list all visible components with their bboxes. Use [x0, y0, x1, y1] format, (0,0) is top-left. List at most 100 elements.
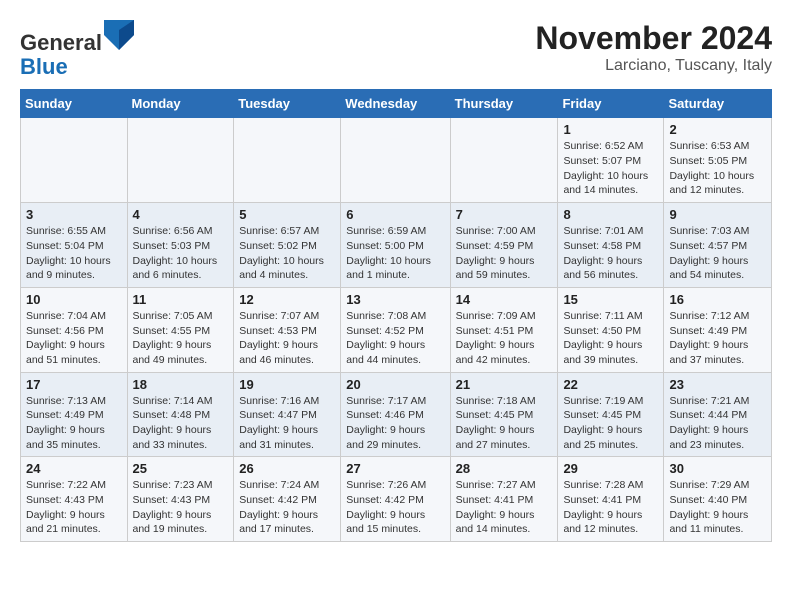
day-number: 29: [563, 461, 658, 476]
calendar-cell: 29 Sunrise: 7:28 AM Sunset: 4:41 PM Dayli…: [558, 457, 664, 542]
day-number: 16: [669, 292, 766, 307]
calendar-cell: 23 Sunrise: 7:21 AM Sunset: 4:44 PM Dayli…: [664, 372, 772, 457]
calendar-week-4: 17Sunrise: 7:13 AM Sunset: 4:49 PM Dayli…: [21, 372, 772, 457]
logo-blue-text: Blue: [20, 54, 68, 79]
calendar-cell: 24 Sunrise: 7:22 AM Sunset: 4:43 PM Dayli…: [21, 457, 128, 542]
calendar-cell: [234, 118, 341, 203]
weekday-header-row: SundayMondayTuesdayWednesdayThursdayFrid…: [21, 90, 772, 118]
calendar-cell: 27 Sunrise: 7:26 AM Sunset: 4:42 PM Dayli…: [341, 457, 450, 542]
day-info: Sunrise: 7:23 AM Sunset: 4:43 PM Dayligh…: [133, 478, 229, 537]
title-block: November 2024 Larciano, Tuscany, Italy: [535, 20, 772, 75]
day-info: Sunrise: 7:18 AM Sunset: 4:45 PM Dayligh…: [456, 394, 553, 453]
logo-icon: [104, 20, 134, 50]
day-info: Sunrise: 7:12 AM Sunset: 4:49 PM Dayligh…: [669, 309, 766, 368]
calendar-cell: 21 Sunrise: 7:18 AM Sunset: 4:45 PM Dayli…: [450, 372, 558, 457]
day-info: Sunrise: 7:22 AM Sunset: 4:43 PM Dayligh…: [26, 478, 122, 537]
calendar-cell: 8 Sunrise: 7:01 AM Sunset: 4:58 PM Daylig…: [558, 203, 664, 288]
calendar-cell: [341, 118, 450, 203]
calendar-cell: 14 Sunrise: 7:09 AM Sunset: 4:51 PM Dayli…: [450, 287, 558, 372]
day-info: Sunrise: 7:26 AM Sunset: 4:42 PM Dayligh…: [346, 478, 444, 537]
day-number: 30: [669, 461, 766, 476]
day-number: 17: [26, 377, 122, 392]
day-number: 6: [346, 207, 444, 222]
day-number: 9: [669, 207, 766, 222]
day-info: Sunrise: 6:52 AM Sunset: 5:07 PM Dayligh…: [563, 139, 658, 198]
day-info: Sunrise: 7:27 AM Sunset: 4:41 PM Dayligh…: [456, 478, 553, 537]
location: Larciano, Tuscany, Italy: [535, 57, 772, 75]
day-info: Sunrise: 7:11 AM Sunset: 4:50 PM Dayligh…: [563, 309, 658, 368]
weekday-header-monday: Monday: [127, 90, 234, 118]
calendar-week-5: 24 Sunrise: 7:22 AM Sunset: 4:43 PM Dayli…: [21, 457, 772, 542]
calendar-cell: 12 Sunrise: 7:07 AM Sunset: 4:53 PM Dayli…: [234, 287, 341, 372]
calendar-cell: 3Sunrise: 6:55 AM Sunset: 5:04 PM Daylig…: [21, 203, 128, 288]
calendar-week-1: 1 Sunrise: 6:52 AM Sunset: 5:07 PM Daylig…: [21, 118, 772, 203]
calendar-cell: 25 Sunrise: 7:23 AM Sunset: 4:43 PM Dayli…: [127, 457, 234, 542]
day-info: Sunrise: 7:21 AM Sunset: 4:44 PM Dayligh…: [669, 394, 766, 453]
day-number: 7: [456, 207, 553, 222]
calendar-cell: 22 Sunrise: 7:19 AM Sunset: 4:45 PM Dayli…: [558, 372, 664, 457]
page-header: General Blue November 2024 Larciano, Tus…: [20, 20, 772, 79]
weekday-header-saturday: Saturday: [664, 90, 772, 118]
day-info: Sunrise: 7:28 AM Sunset: 4:41 PM Dayligh…: [563, 478, 658, 537]
calendar-cell: 2 Sunrise: 6:53 AM Sunset: 5:05 PM Daylig…: [664, 118, 772, 203]
day-number: 12: [239, 292, 335, 307]
calendar-cell: 13Sunrise: 7:08 AM Sunset: 4:52 PM Dayli…: [341, 287, 450, 372]
day-number: 28: [456, 461, 553, 476]
calendar-cell: [450, 118, 558, 203]
day-number: 8: [563, 207, 658, 222]
day-info: Sunrise: 6:57 AM Sunset: 5:02 PM Dayligh…: [239, 224, 335, 283]
day-number: 20: [346, 377, 444, 392]
day-number: 26: [239, 461, 335, 476]
logo-general-text: General: [20, 30, 102, 55]
calendar-cell: 4Sunrise: 6:56 AM Sunset: 5:03 PM Daylig…: [127, 203, 234, 288]
calendar-cell: 26Sunrise: 7:24 AM Sunset: 4:42 PM Dayli…: [234, 457, 341, 542]
day-info: Sunrise: 7:07 AM Sunset: 4:53 PM Dayligh…: [239, 309, 335, 368]
day-info: Sunrise: 7:19 AM Sunset: 4:45 PM Dayligh…: [563, 394, 658, 453]
day-number: 11: [133, 292, 229, 307]
day-number: 5: [239, 207, 335, 222]
day-number: 21: [456, 377, 553, 392]
calendar-table: SundayMondayTuesdayWednesdayThursdayFrid…: [20, 89, 772, 542]
day-info: Sunrise: 7:03 AM Sunset: 4:57 PM Dayligh…: [669, 224, 766, 283]
calendar-week-2: 3Sunrise: 6:55 AM Sunset: 5:04 PM Daylig…: [21, 203, 772, 288]
day-info: Sunrise: 7:29 AM Sunset: 4:40 PM Dayligh…: [669, 478, 766, 537]
day-number: 25: [133, 461, 229, 476]
day-info: Sunrise: 7:16 AM Sunset: 4:47 PM Dayligh…: [239, 394, 335, 453]
calendar-cell: 15 Sunrise: 7:11 AM Sunset: 4:50 PM Dayli…: [558, 287, 664, 372]
day-number: 24: [26, 461, 122, 476]
day-number: 22: [563, 377, 658, 392]
calendar-cell: 10Sunrise: 7:04 AM Sunset: 4:56 PM Dayli…: [21, 287, 128, 372]
day-number: 19: [239, 377, 335, 392]
day-number: 15: [563, 292, 658, 307]
day-number: 18: [133, 377, 229, 392]
month-title: November 2024: [535, 20, 772, 57]
weekday-header-tuesday: Tuesday: [234, 90, 341, 118]
calendar-cell: 19 Sunrise: 7:16 AM Sunset: 4:47 PM Dayli…: [234, 372, 341, 457]
day-number: 27: [346, 461, 444, 476]
day-info: Sunrise: 7:09 AM Sunset: 4:51 PM Dayligh…: [456, 309, 553, 368]
day-number: 2: [669, 122, 766, 137]
day-info: Sunrise: 6:59 AM Sunset: 5:00 PM Dayligh…: [346, 224, 444, 283]
calendar-cell: 7 Sunrise: 7:00 AM Sunset: 4:59 PM Daylig…: [450, 203, 558, 288]
calendar-cell: [127, 118, 234, 203]
day-info: Sunrise: 6:53 AM Sunset: 5:05 PM Dayligh…: [669, 139, 766, 198]
calendar-cell: 9 Sunrise: 7:03 AM Sunset: 4:57 PM Daylig…: [664, 203, 772, 288]
day-number: 13: [346, 292, 444, 307]
calendar-cell: 30 Sunrise: 7:29 AM Sunset: 4:40 PM Dayli…: [664, 457, 772, 542]
weekday-header-thursday: Thursday: [450, 90, 558, 118]
weekday-header-sunday: Sunday: [21, 90, 128, 118]
day-number: 1: [563, 122, 658, 137]
day-info: Sunrise: 6:56 AM Sunset: 5:03 PM Dayligh…: [133, 224, 229, 283]
day-number: 14: [456, 292, 553, 307]
day-info: Sunrise: 7:00 AM Sunset: 4:59 PM Dayligh…: [456, 224, 553, 283]
calendar-cell: [21, 118, 128, 203]
weekday-header-friday: Friday: [558, 90, 664, 118]
day-number: 23: [669, 377, 766, 392]
day-info: Sunrise: 7:01 AM Sunset: 4:58 PM Dayligh…: [563, 224, 658, 283]
calendar-cell: 11Sunrise: 7:05 AM Sunset: 4:55 PM Dayli…: [127, 287, 234, 372]
calendar-cell: 20Sunrise: 7:17 AM Sunset: 4:46 PM Dayli…: [341, 372, 450, 457]
calendar-cell: 16 Sunrise: 7:12 AM Sunset: 4:49 PM Dayli…: [664, 287, 772, 372]
calendar-cell: 28 Sunrise: 7:27 AM Sunset: 4:41 PM Dayli…: [450, 457, 558, 542]
calendar-cell: 6 Sunrise: 6:59 AM Sunset: 5:00 PM Daylig…: [341, 203, 450, 288]
logo: General Blue: [20, 20, 134, 79]
